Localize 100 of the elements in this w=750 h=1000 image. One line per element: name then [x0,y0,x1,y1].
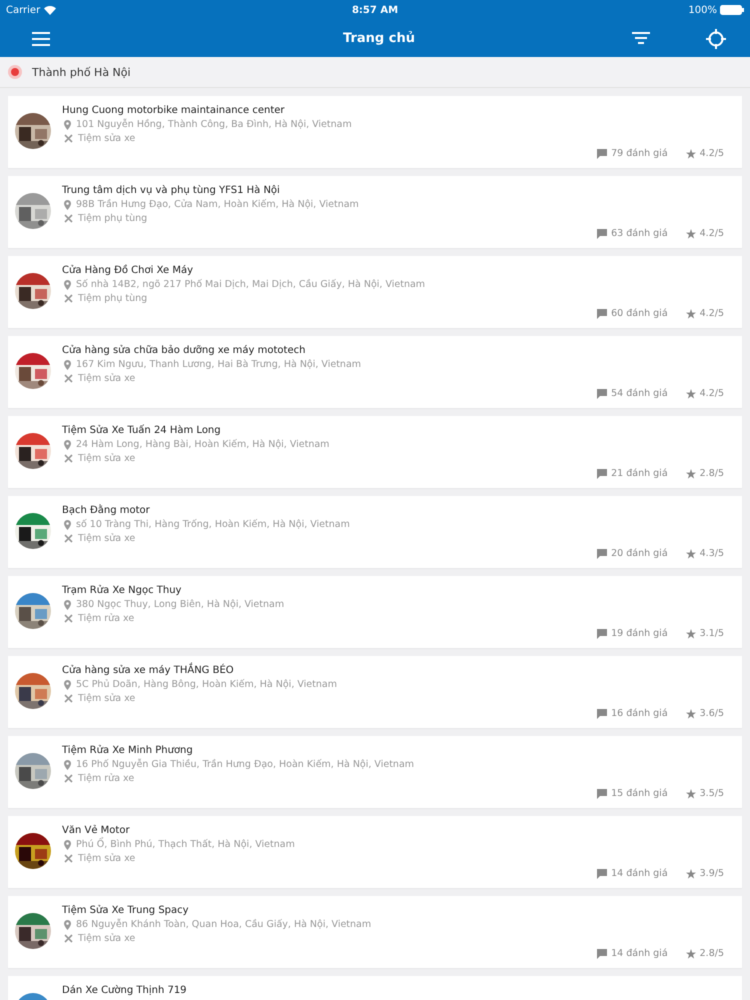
comment-icon [597,308,608,318]
shop-address: Phú Ổ, Bình Phú, Thạch Thất, Hà Nội, Vietnam [76,838,295,851]
star-icon [686,468,696,478]
map-pin-icon [64,360,71,370]
star-icon [686,788,696,798]
shop-name: Tiệm Sửa Xe Tuấn 24 Hàm Long [62,424,222,437]
shop-name: Dán Xe Cường Thịnh 719 [62,984,187,997]
location-dot-icon [8,65,22,79]
map-pin-icon [64,280,71,290]
review-count: 63 đánh giá [611,228,668,239]
rating-score: 3.6/5 [700,708,724,719]
rating-score: 4.2/5 [700,228,724,239]
shop-card[interactable]: Trung tâm dịch vụ và phụ tùng YFS1 Hà Nội 98B Trần Hưng Đạo, Cửa Nam, Hoàn Kiếm, Hà Nội, Vietnam Tiệm phụ tùng 63 đánh giá 4.2/5 [8,176,742,248]
shop-address: Số nhà 14B2, ngõ 217 Phố Mai Dịch, Mai Dịch, Cầu Giấy, Hà Nội, Vietnam [76,278,426,291]
comment-icon [597,788,608,798]
shop-name: Cửa Hàng Đồ Chơi Xe Máy [62,264,194,277]
star-icon [686,228,696,238]
star-icon [686,388,696,398]
comment-icon [597,708,608,718]
review-count: 79 đánh giá [611,148,668,159]
shop-address: 98B Trần Hưng Đạo, Cửa Nam, Hoàn Kiếm, Hà Nội, Vietnam [76,198,359,211]
city-label[interactable]: Thành phố Hà Nội [32,66,131,78]
carrier-label: Carrier [6,4,40,16]
shop-address: 86 Nguyễn Khánh Toàn, Quan Hoa, Cầu Giấy, Hà Nội, Vietnam [76,918,372,931]
rating-score: 4.2/5 [700,308,724,319]
review-count: 14 đánh giá [611,868,668,879]
shop-card[interactable]: Tiệm Sửa Xe Tuấn 24 Hàm Long 24 Hàm Long, Hàng Bài, Hoàn Kiếm, Hà Nội, Vietnam Tiệm sửa xe 21 đánh giá 2.8/5 [8,416,742,488]
star-icon [686,308,696,318]
shop-card[interactable]: Tiệm Sửa Xe Trung Spacy 86 Nguyễn Khánh Toàn, Quan Hoa, Cầu Giấy, Hà Nội, Vietnam Tiệm sửa xe 14 đánh giá 2.8/5 [8,896,742,968]
rating-score: 3.1/5 [700,628,724,639]
shop-card[interactable]: Dán Xe Cường Thịnh 719 [8,976,742,1000]
shop-category: Tiệm sửa xe [78,372,136,385]
shop-card[interactable]: Tiệm Rửa Xe Minh Phương 16 Phố Nguyễn Gia Thiều, Trần Hưng Đạo, Hoàn Kiếm, Hà Nội, Vietnam Tiệm rửa xe 15 đánh giá 3.5/5 [8,736,742,808]
rating-score: 4.3/5 [700,548,724,559]
review-count: 16 đánh giá [611,708,668,719]
shop-name: Trung tâm dịch vụ và phụ tùng YFS1 Hà Nội [62,184,281,197]
shop-address: 5C Phủ Doãn, Hàng Bông, Hoàn Kiếm, Hà Nội, Vietnam [76,678,337,691]
star-icon [686,708,696,718]
shop-name: Cửa hàng sửa chữa bảo dưỡng xe máy mototech [62,344,306,357]
shop-card[interactable]: Cửa hàng sửa chữa bảo dưỡng xe máy mototech 167 Kim Ngưu, Thanh Lương, Hai Bà Trưng, Hà Nội, Vietnam Tiệm sửa xe 54 đánh giá 4.2/5 [8,336,742,408]
comment-icon [597,868,608,878]
shop-name: Tiệm Rửa Xe Minh Phương [62,744,194,757]
shop-category: Tiệm sửa xe [78,852,136,865]
review-count: 19 đánh giá [611,628,668,639]
star-icon [686,148,696,158]
map-pin-icon [64,840,71,850]
shop-category: Tiệm sửa xe [78,452,136,465]
clock-time: 8:57 AM [352,4,398,16]
shop-category: Tiệm phụ tùng [78,212,148,225]
shop-address: 101 Nguyễn Hồng, Thành Công, Ba Đình, Hà Nội, Vietnam [76,118,352,131]
shop-category: Tiệm rửa xe [78,772,134,785]
shop-address: 24 Hàm Long, Hàng Bài, Hoàn Kiếm, Hà Nội, Vietnam [76,438,330,451]
review-count: 21 đánh giá [611,468,668,479]
star-icon [686,628,696,638]
rating-score: 2.8/5 [700,468,724,479]
battery-icon [720,5,744,15]
comment-icon [597,628,608,638]
comment-icon [597,388,608,398]
shop-address: số 10 Tràng Thi, Hàng Trống, Hoàn Kiếm, Hà Nội, Vietnam [76,518,350,531]
shop-name: Cửa hàng sửa xe máy THẮNG BÉO [62,664,337,677]
wifi-icon [44,6,56,14]
shop-category: Tiệm rửa xe [78,612,134,625]
rating-score: 3.5/5 [700,788,724,799]
screen-title: Trang chủ [343,31,415,46]
filter-button[interactable] [632,32,650,45]
map-pin-icon [64,440,71,450]
shop-address: 380 Ngọc Thuy, Long Biên, Hà Nội, Vietnam [76,598,284,611]
shop-card[interactable]: Trạm Rửa Xe Ngọc Thuy 380 Ngọc Thuy, Long Biên, Hà Nội, Vietnam Tiệm rửa xe 19 đánh giá 3.1/5 [8,576,742,648]
map-pin-icon [64,920,71,930]
shop-category: Tiệm sửa xe [78,532,136,545]
locate-button[interactable] [706,28,726,48]
shop-address: 167 Kim Ngưu, Thanh Lương, Hai Bà Trưng, Hà Nội, Vietnam [76,358,362,371]
comment-icon [597,468,608,478]
shop-category: Tiệm phụ tùng [78,292,148,305]
shop-category: Tiệm sửa xe [78,932,136,945]
star-icon [686,548,696,558]
shop-card[interactable]: Hung Cuong motorbike maintainance center 101 Nguyễn Hồng, Thành Công, Ba Đình, Hà Nội, Vietnam Tiệm sửa xe 79 đánh giá 4.2/5 [8,96,742,168]
shop-category: Tiệm sửa xe [78,692,136,705]
shop-card[interactable]: Văn Vẻ Motor Phú Ổ, Bình Phú, Thạch Thất, Hà Nội, Vietnam Tiệm sửa xe 14 đánh giá 3.9/5 [8,816,742,888]
rating-score: 2.8/5 [700,948,724,959]
map-pin-icon [64,200,71,210]
shop-name: Hung Cuong motorbike maintainance center [62,104,286,117]
map-pin-icon [64,120,71,130]
shop-card[interactable]: Cửa Hàng Đồ Chơi Xe Máy Số nhà 14B2, ngõ 217 Phố Mai Dịch, Mai Dịch, Cầu Giấy, Hà Nội, Vietnam Tiệm phụ tùng 60 đánh giá 4.2/5 [8,256,742,328]
battery-percent: 100% [688,4,717,16]
shop-card[interactable]: Cửa hàng sửa xe máy THẮNG BÉO 5C Phủ Doãn, Hàng Bông, Hoàn Kiếm, Hà Nội, Vietnam Tiệm sửa xe 16 đánh giá 3.6/5 [8,656,742,728]
map-pin-icon [64,760,71,770]
shop-name: Văn Vẻ Motor [62,824,131,837]
review-count: 14 đánh giá [611,948,668,959]
shop-name: Bạch Đằng motor [62,504,151,517]
review-count: 54 đánh giá [611,388,668,399]
review-count: 20 đánh giá [611,548,668,559]
menu-button[interactable] [32,32,50,46]
comment-icon [597,148,608,158]
map-pin-icon [64,680,71,690]
rating-score: 3.9/5 [700,868,724,879]
comment-icon [597,228,608,238]
shop-category: Tiệm sửa xe [78,132,136,145]
shop-name: Trạm Rửa Xe Ngọc Thuy [62,584,182,597]
shop-card[interactable]: Bạch Đằng motor số 10 Tràng Thi, Hàng Trống, Hoàn Kiếm, Hà Nội, Vietnam Tiệm sửa xe 20 đánh giá 4.3/5 [8,496,742,568]
